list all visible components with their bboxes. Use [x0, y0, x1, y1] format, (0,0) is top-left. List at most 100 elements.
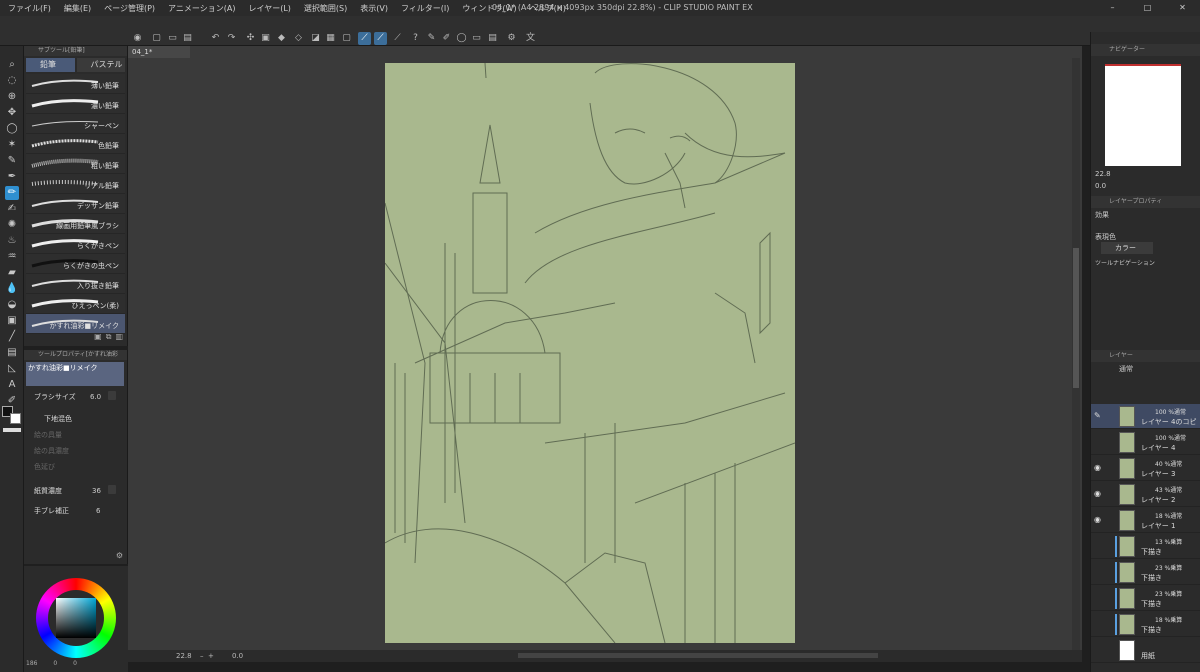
- layer-row[interactable]: ◉ 43 %通常 レイヤー 2: [1091, 482, 1200, 507]
- brush-item[interactable]: 線画用鉛筆風ブラシ: [26, 214, 125, 234]
- frame-icon[interactable]: ▢: [340, 32, 353, 45]
- grid-icon[interactable]: ▦: [324, 32, 337, 45]
- brush-item[interactable]: デッサン鉛筆: [26, 194, 125, 214]
- move-layer-icon[interactable]: ✥: [5, 106, 19, 120]
- maximize-icon[interactable]: □: [1130, 0, 1165, 16]
- layer-property-tab[interactable]: レイヤープロパティ: [1091, 196, 1200, 208]
- vertical-scrollbar[interactable]: [1072, 58, 1080, 650]
- app-icon[interactable]: ◉: [131, 32, 144, 45]
- brush-item[interactable]: 粗い鉛筆: [26, 154, 125, 174]
- close-icon[interactable]: ✕: [1165, 0, 1200, 16]
- brush-item[interactable]: 薄い鉛筆: [26, 74, 125, 94]
- layer-row[interactable]: ◉ 40 %通常 レイヤー 3: [1091, 456, 1200, 481]
- fill-tool-icon[interactable]: ◒: [5, 298, 19, 312]
- brush-tool-icon[interactable]: ✍: [5, 202, 19, 216]
- layer-row[interactable]: ✎100 %通常レイヤー 4のコピー: [1091, 404, 1200, 436]
- navigator-tab[interactable]: ナビゲーター: [1091, 44, 1200, 56]
- layer-row[interactable]: ◉ 18 %通常 レイヤー 1: [1091, 508, 1200, 533]
- figure-icon[interactable]: ╱: [5, 330, 19, 344]
- zoom-icon[interactable]: ⌕: [5, 58, 19, 72]
- snap-grid-icon[interactable]: ⟋: [391, 32, 404, 45]
- zoom-in-icon[interactable]: +: [208, 650, 214, 662]
- transform-icon[interactable]: ◪: [309, 32, 322, 45]
- frame-tool-icon[interactable]: ▤: [5, 346, 19, 360]
- menu-edit[interactable]: 編集(E): [64, 3, 91, 14]
- navigator-angle[interactable]: 0.0: [1095, 182, 1106, 190]
- brush-item[interactable]: らくがきペン: [26, 234, 125, 254]
- eyedropper-icon[interactable]: ✎: [425, 32, 438, 45]
- eye-icon[interactable]: ◉: [1094, 463, 1101, 472]
- menu-layer[interactable]: レイヤー(L): [248, 3, 290, 14]
- deselect-icon[interactable]: ◇: [292, 32, 305, 45]
- snap-special-ruler-icon[interactable]: ⟋: [374, 32, 387, 45]
- ruler-icon[interactable]: ◺: [5, 362, 19, 376]
- tab-pencil[interactable]: 鉛筆: [26, 58, 75, 72]
- brush-item[interactable]: シャーペン: [26, 114, 125, 134]
- airbrush-icon[interactable]: ✺: [5, 218, 19, 232]
- layer-row[interactable]: 13 %乗算 下描き: [1091, 534, 1200, 559]
- document-tab[interactable]: 04_1*: [128, 46, 190, 58]
- save-icon[interactable]: ▤: [181, 32, 194, 45]
- saturation-square[interactable]: [56, 598, 96, 638]
- brush-item[interactable]: 入り抜き鉛筆: [26, 274, 125, 294]
- brush-item[interactable]: らくがきの虫ペン: [26, 254, 125, 274]
- menu-animation[interactable]: アニメーション(A): [168, 3, 235, 14]
- pen-tool-icon[interactable]: ✒: [5, 170, 19, 184]
- blend-icon[interactable]: 💧: [5, 282, 19, 296]
- brush-item[interactable]: 色鉛筆: [26, 134, 125, 154]
- transparent-color-swatch[interactable]: [3, 428, 21, 432]
- gradient-icon[interactable]: ▣: [5, 314, 19, 328]
- minimize-icon[interactable]: –: [1095, 0, 1130, 16]
- magic-wand-icon[interactable]: ✶: [5, 138, 19, 152]
- navigator-zoom[interactable]: 22.8: [1095, 170, 1111, 178]
- brush-size-value[interactable]: 6.0: [90, 393, 101, 401]
- eraser-icon[interactable]: ▰: [5, 266, 19, 280]
- settings-icon[interactable]: ⚙: [505, 32, 518, 45]
- wrench-icon[interactable]: ⚙: [116, 551, 123, 560]
- fill-icon[interactable]: ◆: [275, 32, 288, 45]
- angle-value[interactable]: 0.0: [232, 650, 243, 662]
- layer-row[interactable]: 用紙: [1091, 638, 1200, 663]
- clear-icon[interactable]: ✣: [244, 32, 257, 45]
- tab-pastel[interactable]: パステル: [76, 58, 125, 72]
- eyedropper-tool-icon[interactable]: ✎: [5, 154, 19, 168]
- new-file-icon[interactable]: ▢: [150, 32, 163, 45]
- undo-icon[interactable]: ↶: [209, 32, 222, 45]
- paper-texture-menu-icon[interactable]: [108, 485, 116, 494]
- zoom-value[interactable]: 22.8: [176, 650, 192, 662]
- layer-row[interactable]: 23 %乗算 下描き: [1091, 560, 1200, 585]
- move-icon[interactable]: ◌: [5, 74, 19, 88]
- open-icon[interactable]: ▭: [166, 32, 179, 45]
- brush-item-selected[interactable]: かすれ油彩■リメイク: [26, 314, 125, 334]
- clear-outside-icon[interactable]: ▣: [259, 32, 272, 45]
- redo-icon[interactable]: ↷: [225, 32, 238, 45]
- sub-color-swatch[interactable]: [10, 413, 21, 424]
- menu-selection[interactable]: 選択範囲(S): [304, 3, 347, 14]
- brush-item[interactable]: リアル鉛筆: [26, 174, 125, 194]
- layer-row[interactable]: 23 %乗算 下描き: [1091, 586, 1200, 611]
- menu-page[interactable]: ページ管理(P): [104, 3, 155, 14]
- layer-row[interactable]: 100 %通常 レイヤー 4: [1091, 430, 1200, 455]
- companion-icon[interactable]: 文: [524, 32, 537, 45]
- brush-size-menu-icon[interactable]: [108, 391, 116, 400]
- folder-icon[interactable]: ▭: [470, 32, 483, 45]
- blend-mode-select[interactable]: 通常: [1119, 364, 1133, 374]
- canvas-area[interactable]: 04_1*: [128, 46, 1082, 660]
- delete-subtool-icon[interactable]: ▥: [115, 332, 123, 342]
- operation-icon[interactable]: ⊕: [5, 90, 19, 104]
- menu-view[interactable]: 表示(V): [360, 3, 388, 14]
- add-subtool-icon[interactable]: ▣: [94, 332, 102, 342]
- scrollbar-thumb[interactable]: [1073, 248, 1079, 388]
- pencil-tool-icon[interactable]: ✏: [5, 186, 19, 200]
- export-icon[interactable]: ▤: [486, 32, 499, 45]
- paper-texture-value[interactable]: 36: [92, 487, 101, 495]
- lasso-icon[interactable]: ◯: [5, 122, 19, 136]
- layer-tab[interactable]: レイヤー: [1091, 350, 1200, 362]
- zoom-out-icon[interactable]: –: [200, 650, 204, 662]
- canvas-paper[interactable]: [384, 62, 796, 644]
- expression-color-select[interactable]: カラー: [1101, 242, 1153, 254]
- menu-file[interactable]: ファイル(F): [8, 3, 51, 14]
- stabilization-value[interactable]: 6: [96, 507, 100, 515]
- deco-icon[interactable]: ♒: [5, 250, 19, 264]
- brush-item[interactable]: 濃い鉛筆: [26, 94, 125, 114]
